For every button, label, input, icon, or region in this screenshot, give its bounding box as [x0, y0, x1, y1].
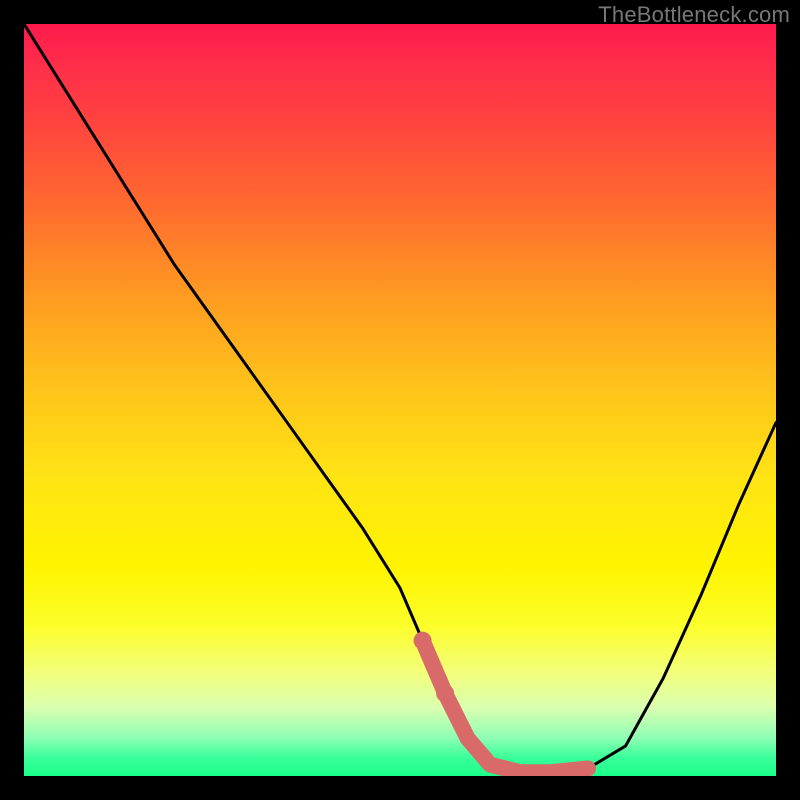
chart-svg	[24, 24, 776, 776]
optimal-range-highlight	[423, 641, 588, 773]
optimal-marker-dot	[436, 684, 454, 702]
chart-frame: TheBottleneck.com	[0, 0, 800, 800]
gradient-plot-area	[24, 24, 776, 776]
optimal-marker-dot	[414, 632, 432, 650]
bottleneck-curve	[24, 24, 776, 772]
